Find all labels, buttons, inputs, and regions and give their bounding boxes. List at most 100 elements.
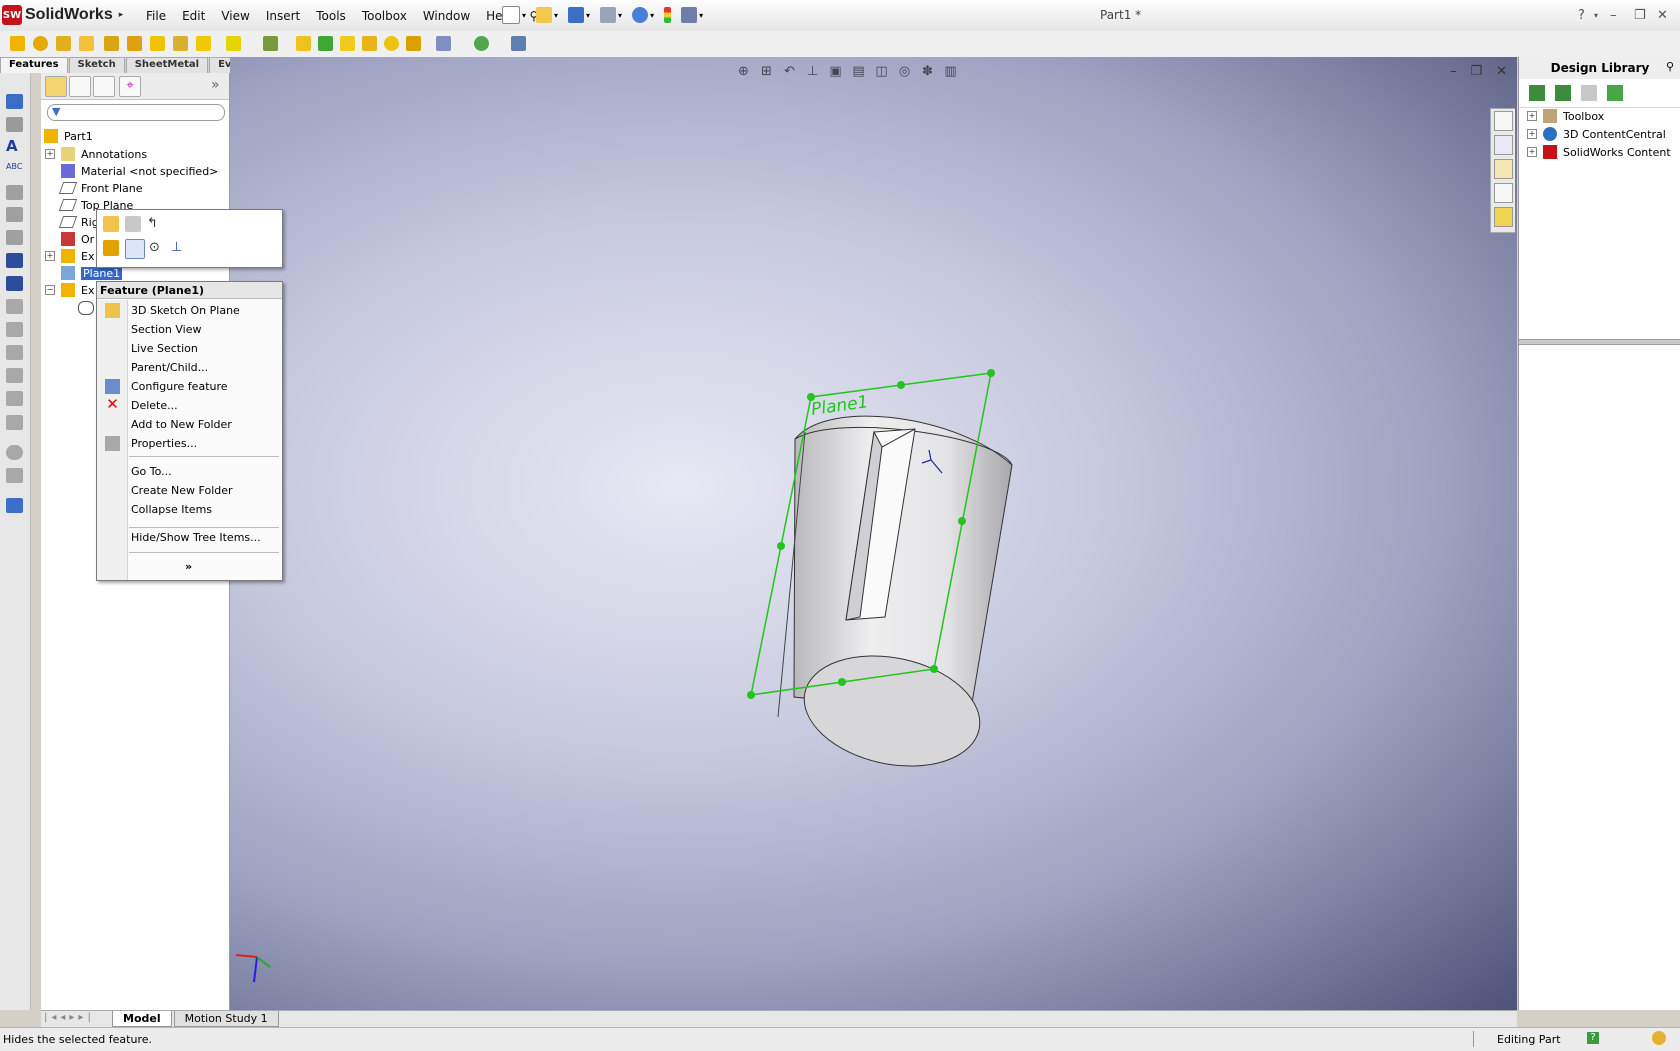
section-view-icon[interactable]: ⊥	[804, 63, 821, 80]
command-tab-sketch[interactable]: Sketch	[68, 57, 125, 73]
tree-item[interactable]: Front Plane	[45, 179, 143, 197]
display-style-icon[interactable]: ◫	[873, 63, 890, 80]
logo-menu-arrow-icon[interactable]: ▸	[119, 10, 124, 20]
expand-icon[interactable]: +	[1527, 111, 1537, 121]
viewport-minimize-icon[interactable]: –	[1450, 64, 1457, 79]
center-mark-icon[interactable]	[6, 445, 23, 460]
spell-check-icon[interactable]: ABC	[6, 162, 23, 177]
menu-item-collapse-items[interactable]: Collapse Items	[131, 501, 212, 519]
rebuild-status-icon[interactable]	[1652, 1031, 1666, 1045]
refresh-icon[interactable]	[1607, 85, 1623, 101]
revolved-cut-icon[interactable]	[150, 36, 165, 51]
dome-icon[interactable]	[384, 36, 399, 51]
menu-item-add-to-new-folder[interactable]: Add to New Folder	[131, 416, 232, 434]
hide-icon[interactable]	[125, 239, 145, 259]
bottom-tab-motion-study-1[interactable]: Motion Study 1	[173, 1011, 279, 1027]
wrap-icon[interactable]	[362, 36, 377, 51]
tree-item[interactable]: + Annotations	[45, 145, 147, 163]
undo-icon[interactable]	[632, 7, 649, 23]
menu-item-delete[interactable]: Delete...	[131, 397, 178, 415]
swept-cut-icon[interactable]	[173, 36, 188, 51]
viewport-restore-icon[interactable]: ❐	[1471, 64, 1483, 79]
expand-icon[interactable]: +	[45, 251, 55, 261]
pin-icon[interactable]: ⚲	[1666, 60, 1674, 73]
new-dropdown-icon[interactable]: ▾	[522, 11, 526, 20]
model-items-icon[interactable]	[6, 117, 23, 132]
configurationmanager-tab-icon[interactable]	[93, 76, 115, 97]
draft-icon[interactable]	[318, 36, 333, 51]
auto-balloon-icon[interactable]	[6, 230, 23, 245]
rollback-icon[interactable]	[125, 216, 141, 232]
menu-tools[interactable]: Tools	[308, 9, 354, 23]
menu-view[interactable]: View	[213, 9, 257, 23]
menu-item-properties[interactable]: Properties...	[131, 435, 197, 453]
appearances-icon[interactable]	[1494, 207, 1513, 227]
minimize-window-icon[interactable]: –	[1610, 8, 1617, 23]
reference-geometry-icon[interactable]	[436, 36, 451, 51]
help-icon[interactable]: ?	[1578, 8, 1585, 23]
tree-item[interactable]: Material <not specified>	[45, 162, 218, 180]
linear-pattern-icon[interactable]	[263, 36, 278, 51]
menu-item-create-new-folder[interactable]: Create New Folder	[131, 482, 233, 500]
extruded-boss-icon[interactable]	[10, 36, 25, 51]
revolved-boss-icon[interactable]	[33, 36, 48, 51]
dimxpertmanager-tab-icon[interactable]: ⌖	[119, 76, 141, 97]
tree-item[interactable]: Or	[45, 230, 94, 248]
view-orientation-icon[interactable]: ▤	[850, 63, 867, 80]
menu-file[interactable]: File	[138, 9, 174, 23]
create-folder-icon[interactable]	[1581, 85, 1597, 101]
datum-feature-icon[interactable]	[6, 345, 23, 360]
undo-dropdown-icon[interactable]: ▾	[650, 11, 654, 20]
apply-scene-icon[interactable]: ▥	[942, 63, 959, 80]
expand-icon[interactable]: +	[1527, 147, 1537, 157]
propertymanager-tab-icon[interactable]	[69, 76, 91, 97]
file-explorer-icon[interactable]	[1494, 159, 1513, 179]
print-icon[interactable]	[600, 7, 617, 23]
viewport-close-icon[interactable]: ✕	[1496, 64, 1507, 79]
zoom-to-fit-icon[interactable]: ⊕	[735, 63, 752, 80]
command-tab-sheetmetal[interactable]: SheetMetal	[125, 57, 209, 73]
geometric-tolerance-icon[interactable]	[6, 322, 23, 337]
weld-symbol-icon[interactable]	[6, 276, 23, 291]
sketch-icon[interactable]	[103, 240, 119, 256]
table-icon[interactable]	[6, 498, 23, 513]
pane-splitter[interactable]	[1519, 339, 1680, 345]
menu-item-live-section[interactable]: Live Section	[131, 340, 198, 358]
menu-edit[interactable]: Edit	[174, 9, 213, 23]
view-palette-icon[interactable]	[1494, 183, 1513, 203]
shell-icon[interactable]	[340, 36, 355, 51]
balloon-icon[interactable]	[6, 207, 23, 222]
datum-target-icon[interactable]	[6, 368, 23, 383]
new-document-icon[interactable]	[502, 6, 520, 24]
swept-boss-icon[interactable]	[56, 36, 71, 51]
library-item[interactable]: + SolidWorks Content	[1527, 143, 1671, 161]
rebuild-icon[interactable]	[664, 7, 672, 23]
hole-wizard-icon[interactable]	[127, 36, 142, 51]
hide-show-items-icon[interactable]: ◎	[896, 63, 913, 80]
extruded-cut-icon[interactable]	[104, 36, 119, 51]
tree-item[interactable]: + Ex	[45, 247, 94, 265]
edit-feature-icon[interactable]	[103, 216, 119, 232]
expand-menu-icon[interactable]: »	[185, 558, 192, 576]
lofted-cut-icon[interactable]	[196, 36, 211, 51]
open-folder-icon[interactable]	[536, 7, 553, 23]
hole-callout-icon[interactable]	[6, 299, 23, 314]
expand-icon[interactable]: +	[45, 149, 55, 159]
tree-root-part1[interactable]: Part1	[44, 127, 93, 145]
fillet-icon[interactable]	[226, 36, 241, 51]
menu-toolbox[interactable]: Toolbox	[354, 9, 415, 23]
options-icon[interactable]	[681, 7, 698, 23]
library-item[interactable]: + Toolbox	[1527, 107, 1604, 125]
graphics-viewport[interactable]: Plane1	[230, 57, 1517, 1010]
expand-icon[interactable]: −	[45, 285, 55, 295]
expand-panel-icon[interactable]: »	[211, 77, 220, 93]
menu-item-hide-show-tree-items[interactable]: Hide/Show Tree Items...	[131, 529, 261, 547]
tab-scroll-icons[interactable]: |◂◂▸▸|	[44, 1012, 95, 1023]
lofted-boss-icon[interactable]	[79, 36, 94, 51]
print-dropdown-icon[interactable]: ▾	[618, 11, 622, 20]
menu-item-3d-sketch-on-plane[interactable]: 3D Sketch On Plane	[131, 302, 240, 320]
zoom-to-selection-icon[interactable]: ⊙	[149, 240, 165, 256]
close-window-icon[interactable]: ✕	[1657, 8, 1668, 23]
instant3d-icon[interactable]	[511, 36, 526, 51]
area-hatch-icon[interactable]	[6, 415, 23, 430]
